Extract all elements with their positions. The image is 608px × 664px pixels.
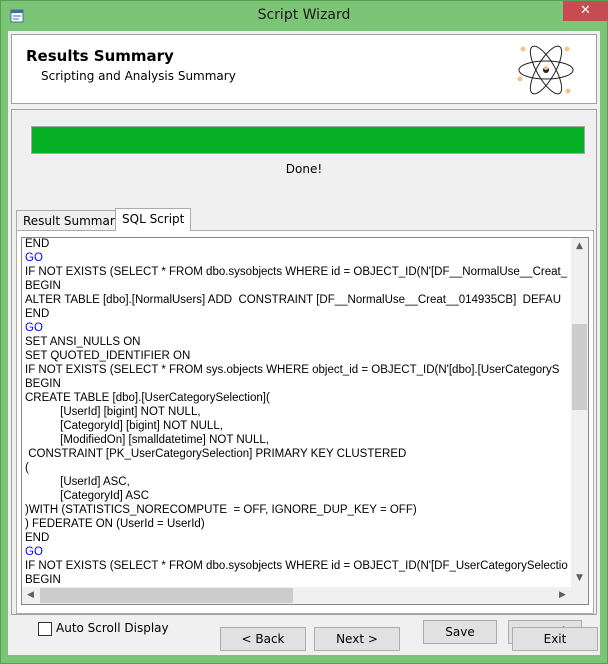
page-subtitle: Scripting and Analysis Summary	[41, 69, 236, 83]
script-line: IF NOT EXISTS (SELECT * FROM dbo.sysobje…	[25, 266, 568, 278]
script-line: BEGIN	[25, 280, 61, 292]
script-line: SET QUOTED_IDENTIFIER ON	[25, 350, 191, 362]
script-wizard-window: Script Wizard ✕ Results Summary Scriptin…	[0, 0, 608, 664]
script-code[interactable]: END GO IF NOT EXISTS (SELECT * FROM dbo.sy…	[22, 238, 570, 586]
header-panel: Results Summary Scripting and Analysis S…	[11, 34, 597, 104]
script-line: END	[25, 308, 50, 320]
close-button[interactable]: ✕	[563, 1, 608, 21]
scroll-down-icon[interactable]: ▼	[571, 570, 588, 587]
script-text-area[interactable]: END GO IF NOT EXISTS (SELECT * FROM dbo.sy…	[21, 237, 589, 605]
next-button[interactable]: Next >	[314, 627, 400, 651]
script-line: [UserId] ASC,	[25, 476, 130, 488]
window-title: Script Wizard	[257, 7, 351, 23]
save-button[interactable]: Save	[423, 620, 497, 644]
script-line: END	[25, 238, 50, 250]
scrollbar-corner	[571, 587, 588, 604]
progress-bar	[31, 126, 585, 154]
script-line: CREATE TABLE [dbo].[UserCategorySelectio…	[25, 392, 270, 404]
script-line: BEGIN	[25, 378, 61, 390]
results-panel: Done! Result Summary SQL Script END GO IF …	[11, 109, 597, 644]
script-line: ) FEDERATE ON (UserId = UserId)	[25, 518, 205, 530]
vertical-scrollbar[interactable]: ▲ ▼	[571, 238, 588, 587]
script-line: [CategoryId] ASC	[25, 490, 149, 502]
sql-script-tab-content: END GO IF NOT EXISTS (SELECT * FROM dbo.sy…	[16, 230, 594, 614]
auto-scroll-checkbox[interactable]	[38, 622, 52, 636]
horizontal-scrollbar[interactable]: ◀ ▶	[22, 587, 571, 604]
script-line: CONSTRAINT [PK_UserCategorySelection] PR…	[25, 448, 407, 460]
scroll-up-icon[interactable]: ▲	[571, 238, 588, 255]
horizontal-scroll-thumb[interactable]	[40, 588, 293, 603]
script-line: IF NOT EXISTS (SELECT * FROM sys.objects…	[25, 364, 560, 376]
script-line: GO	[25, 546, 43, 558]
scroll-right-icon[interactable]: ▶	[554, 587, 571, 604]
script-line: [CategoryId] [bigint] NOT NULL,	[25, 420, 223, 432]
progress-status: Done!	[285, 162, 323, 176]
script-line: GO	[25, 252, 43, 264]
atom-logo-icon	[517, 45, 574, 95]
script-line: BEGIN	[25, 574, 61, 586]
scroll-left-icon[interactable]: ◀	[22, 587, 39, 604]
exit-button[interactable]: Exit	[512, 627, 598, 651]
script-line: ALTER TABLE [dbo].[NormalUsers] ADD CONS…	[25, 294, 562, 306]
wizard-client-area: Results Summary Scripting and Analysis S…	[8, 31, 600, 655]
tab-sql-script[interactable]: SQL Script	[115, 208, 192, 231]
page-title: Results Summary	[26, 47, 174, 65]
script-line: [ModifiedOn] [smalldatetime] NOT NULL,	[25, 434, 269, 446]
auto-scroll-label: Auto Scroll Display	[56, 621, 169, 635]
script-line: SET ANSI_NULLS ON	[25, 336, 141, 348]
script-line: [UserId] [bigint] NOT NULL,	[25, 406, 201, 418]
title-bar[interactable]: Script Wizard ✕	[1, 1, 608, 31]
script-line: END	[25, 532, 50, 544]
back-button[interactable]: < Back	[220, 627, 306, 651]
script-line: GO	[25, 322, 43, 334]
progress-fill	[32, 127, 584, 153]
vertical-scroll-thumb[interactable]	[572, 324, 587, 410]
script-line: (	[25, 462, 29, 474]
script-line: )WITH (STATISTICS_NORECOMPUTE = OFF, IGN…	[25, 504, 417, 516]
tab-result-summary[interactable]: Result Summary	[16, 210, 129, 231]
script-line: IF NOT EXISTS (SELECT * FROM dbo.sysobje…	[25, 560, 568, 572]
